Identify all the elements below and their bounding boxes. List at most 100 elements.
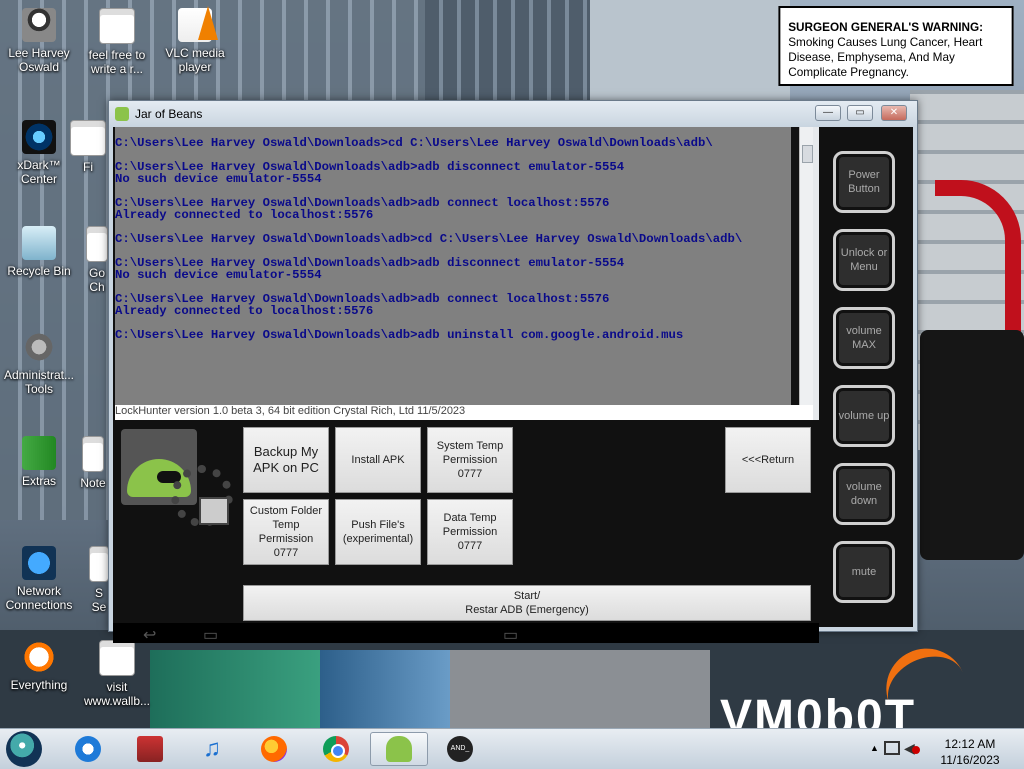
console-line: No such device emulator-5554: [115, 268, 322, 282]
volume-max-button[interactable]: volume MAX: [833, 307, 895, 369]
start-label-line2: Restar ADB (Emergency): [465, 604, 589, 616]
console-line: No such device emulator-5554: [115, 172, 322, 186]
maximize-button[interactable]: ▭: [847, 105, 873, 121]
volume-down-button[interactable]: volume down: [833, 463, 895, 525]
desktop-icon-network-connections[interactable]: Network Connections: [2, 546, 76, 612]
return-button[interactable]: <<<Return: [725, 427, 811, 493]
warning-text: Smoking Causes Lung Cancer, Heart Diseas…: [788, 35, 983, 79]
console-scrollbar[interactable]: [799, 127, 814, 405]
console-line: Already connected to localhost:5576: [115, 208, 374, 222]
window-client: C:\Users\Lee Harvey Oswald\Downloads>cd …: [113, 127, 913, 644]
chrome-icon: [323, 736, 349, 762]
desktop-icon-label: xDark™ Center: [17, 158, 61, 186]
desktop-icon-label: Everything: [10, 678, 68, 692]
desktop-icon-visit[interactable]: visit www.wallb...: [80, 640, 154, 708]
desktop-icon-xdark-center[interactable]: xDark™ Center: [2, 120, 76, 186]
taskbar-music[interactable]: ♫: [186, 732, 238, 766]
start-label-line1: Start/: [513, 590, 541, 602]
wallpaper-green-block: [150, 650, 320, 730]
data-temp-permission-button[interactable]: Data Temp Permission 0777: [427, 499, 513, 565]
wallpaper-toilets: [450, 650, 710, 730]
unlock-menu-button[interactable]: Unlock or Menu: [833, 229, 895, 291]
volume-error-icon: [912, 746, 920, 754]
desktop-icon-everything[interactable]: Everything: [2, 640, 76, 692]
surgeon-general-warning: SURGEON GENERAL'S WARNING: Smoking Cause…: [778, 6, 1014, 86]
taskbar-firefox[interactable]: [248, 732, 300, 766]
back-icon[interactable]: ↩: [143, 625, 156, 645]
install-apk-button[interactable]: Install APK: [335, 427, 421, 493]
desktop-icon-label: Fi: [83, 160, 93, 174]
doll-icon: [22, 8, 56, 42]
scrollbar-thumb[interactable]: [802, 145, 813, 163]
wallpaper-speaker: [920, 330, 1024, 560]
custom-folder-permission-button[interactable]: Custom Folder Temp Permission 0777: [243, 499, 329, 565]
desktop-icon-label: Network Connections: [5, 584, 73, 612]
hardware-button-panel: Power Button Unlock or Menu volume MAX v…: [819, 127, 913, 627]
taskbar-jar-of-beans[interactable]: [370, 732, 428, 766]
desktop-icon-label: Lee Harvey Oswald: [8, 46, 70, 74]
window-title: Jar of Beans: [135, 107, 203, 121]
start-orb-icon[interactable]: [6, 731, 42, 767]
vlc-icon: [178, 6, 218, 42]
document-icon: [82, 436, 104, 472]
desktop-icon-label: Note: [80, 476, 106, 490]
console-line: C:\Users\Lee Harvey Oswald\Downloads>cd …: [115, 136, 713, 150]
network-icon: [22, 546, 56, 580]
taskbar-android-terminal[interactable]: AND_: [434, 732, 486, 766]
desktop-icon-label: S Se: [91, 586, 107, 614]
command-console[interactable]: C:\Users\Lee Harvey Oswald\Downloads>cd …: [115, 127, 791, 405]
store-icon: [137, 736, 163, 762]
window-titlebar[interactable]: Jar of Beans — ▭ ✕: [109, 101, 917, 127]
desktop-icon-google-chrome[interactable]: Go Ch: [84, 226, 110, 294]
recycle-bin-icon: [22, 226, 56, 260]
music-icon: ♫: [203, 735, 221, 762]
desktop-icon-feel-free[interactable]: feel free to write a r...: [80, 8, 154, 76]
desktop-icon-label: Extras: [21, 474, 56, 488]
console-line: Already connected to localhost:5576: [115, 304, 374, 318]
recent-apps-icon[interactable]: ▭: [503, 625, 518, 645]
system-temp-permission-button[interactable]: System Temp Permission 0777: [427, 427, 513, 493]
start-restart-adb-button[interactable]: Start/ Restar ADB (Emergency): [243, 585, 811, 621]
desktop-icon-recycle-bin[interactable]: Recycle Bin: [2, 226, 76, 278]
desktop-icon-vlc[interactable]: VLC media player: [158, 6, 232, 74]
desktop-icon-fi[interactable]: Fi: [68, 120, 108, 174]
chrome-icon: [86, 226, 108, 262]
minimize-button[interactable]: —: [815, 105, 841, 121]
desktop-icon-note[interactable]: Note: [78, 436, 108, 490]
desktop-icon-label: feel free to write a r...: [88, 48, 146, 76]
push-files-button[interactable]: Push File's (experimental): [335, 499, 421, 565]
taskbar-store[interactable]: [124, 732, 176, 766]
android-navbar: ↩ ▭ ▭: [113, 623, 819, 645]
tray-expand-icon[interactable]: ▲: [870, 743, 879, 753]
desktop-icon-s[interactable]: S Se: [88, 546, 110, 614]
clock-time[interactable]: 12:12 AM: [930, 737, 1010, 751]
mute-button[interactable]: mute: [833, 541, 895, 603]
jar-of-beans-window: Jar of Beans — ▭ ✕ C:\Users\Lee Harvey O…: [108, 100, 918, 644]
gear-icon: [22, 330, 56, 364]
desktop-icon-extras[interactable]: Extras: [2, 436, 76, 488]
taskbar-ie[interactable]: [62, 732, 114, 766]
desktop-icon-admin-tools[interactable]: Administrat... Tools: [2, 330, 76, 396]
warning-heading: SURGEON GENERAL'S WARNING:: [788, 20, 984, 34]
desktop-icon-lee-harvey-oswald[interactable]: Lee Harvey Oswald: [2, 8, 76, 74]
wallpaper-blue-block: [320, 650, 450, 730]
wallpaper-building-back: [590, 0, 790, 100]
background-window-row: LockHunter version 1.0 beta 3, 64 bit ed…: [115, 405, 813, 420]
taskbar: ♫ AND_ ▲ ◀ 12:12 AM 11/16/2023: [0, 728, 1024, 769]
document-icon: [70, 120, 106, 156]
xdark-icon: [22, 120, 56, 154]
backup-apk-button[interactable]: Backup My APK on PC: [243, 427, 329, 493]
clock-date[interactable]: 11/16/2023: [930, 753, 1010, 767]
taskbar-chrome[interactable]: [310, 732, 362, 766]
desktop-icon-label: Go Ch: [88, 266, 105, 294]
power-button[interactable]: Power Button: [833, 151, 895, 213]
desktop-icon-label: VLC media player: [165, 46, 225, 74]
network-status-icon[interactable]: [884, 741, 900, 755]
desktop-icon-label: Recycle Bin: [7, 264, 71, 278]
document-icon: [99, 8, 135, 44]
volume-up-button[interactable]: volume up: [833, 385, 895, 447]
home-icon[interactable]: ▭: [203, 625, 218, 645]
wallpaper-building-mid: [425, 0, 595, 100]
close-button[interactable]: ✕: [881, 105, 907, 121]
document-icon: [89, 546, 109, 582]
